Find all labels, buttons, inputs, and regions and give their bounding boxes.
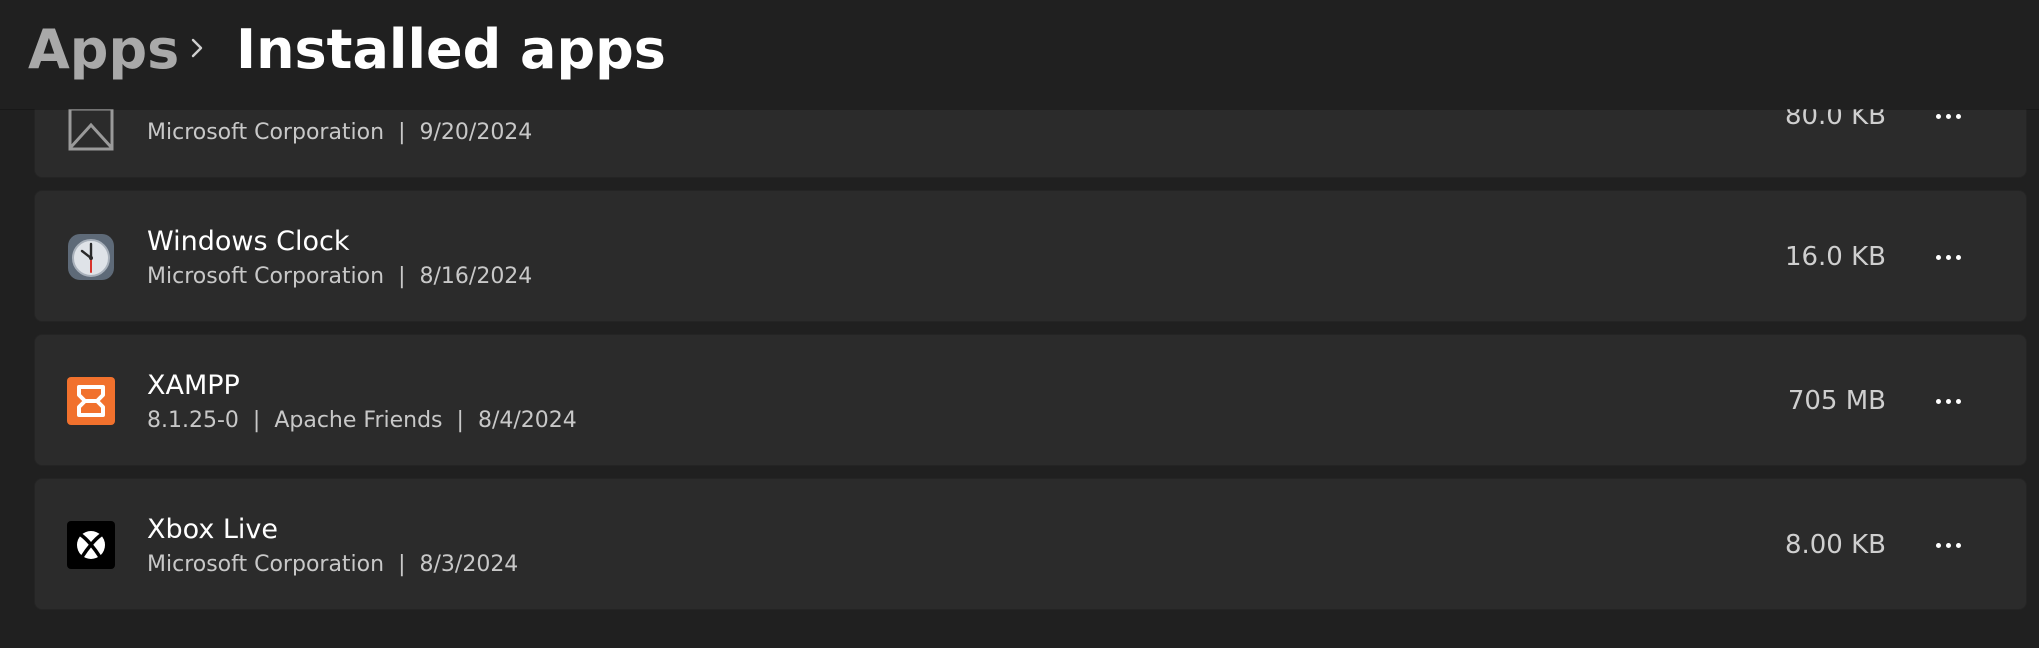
more-icon [1935, 254, 1961, 260]
page-title: Installed apps [236, 18, 666, 81]
more-options-button[interactable] [1918, 523, 1978, 567]
app-date: 8/4/2024 [477, 408, 577, 433]
app-size: 705 MB [1787, 386, 1886, 416]
meta-separator: | [456, 408, 464, 433]
app-meta: Microsoft Corporation | 8/3/2024 [147, 550, 518, 580]
app-date: 8/3/2024 [419, 552, 519, 577]
app-row-xbox-live[interactable]: Xbox Live Microsoft Corporation | 8/3/2024… [34, 478, 2027, 610]
app-row-xampp[interactable]: XAMPP 8.1.25-0 | Apache Friends | 8/4/2024 7… [34, 334, 2027, 466]
app-size: 8.00 KB [1784, 530, 1886, 560]
app-version: 8.1.25-0 [147, 408, 239, 433]
more-options-button[interactable] [1918, 235, 1978, 279]
app-meta: 8.1.25-0 | Apache Friends | 8/4/2024 [147, 406, 577, 436]
meta-separator: | [252, 408, 261, 433]
app-size: 16.0 KB [1784, 242, 1886, 272]
breadcrumb-apps[interactable]: Apps [28, 14, 179, 86]
xbox-icon [67, 521, 115, 569]
app-name: XAMPP [147, 370, 240, 401]
app-meta: Microsoft Corporation | 9/20/2024 [147, 118, 532, 148]
mail-icon [67, 105, 115, 153]
app-publisher: Apache Friends [274, 408, 443, 433]
more-icon [1935, 542, 1961, 548]
app-date: 9/20/2024 [419, 120, 533, 145]
app-publisher: Microsoft Corporation [147, 120, 385, 145]
meta-separator: | [398, 264, 406, 289]
xampp-icon [67, 377, 115, 425]
chevron-right-icon [185, 36, 209, 60]
page-header: Apps Installed apps [0, 0, 2039, 109]
more-icon [1935, 398, 1961, 404]
app-name: Xbox Live [147, 514, 279, 545]
meta-separator: | [398, 120, 406, 145]
app-meta: Microsoft Corporation | 8/16/2024 [147, 262, 532, 292]
app-publisher: Microsoft Corporation [147, 264, 385, 289]
app-name: Windows Clock [147, 226, 350, 257]
more-icon [1935, 113, 1961, 119]
app-row-windows-clock[interactable]: Windows Clock Microsoft Corporation | 8/16… [34, 190, 2027, 322]
app-date: 8/16/2024 [419, 264, 533, 289]
more-options-button[interactable] [1918, 379, 1978, 423]
app-publisher: Microsoft Corporation [147, 552, 385, 577]
meta-separator: | [398, 552, 406, 577]
clock-icon [67, 233, 115, 281]
